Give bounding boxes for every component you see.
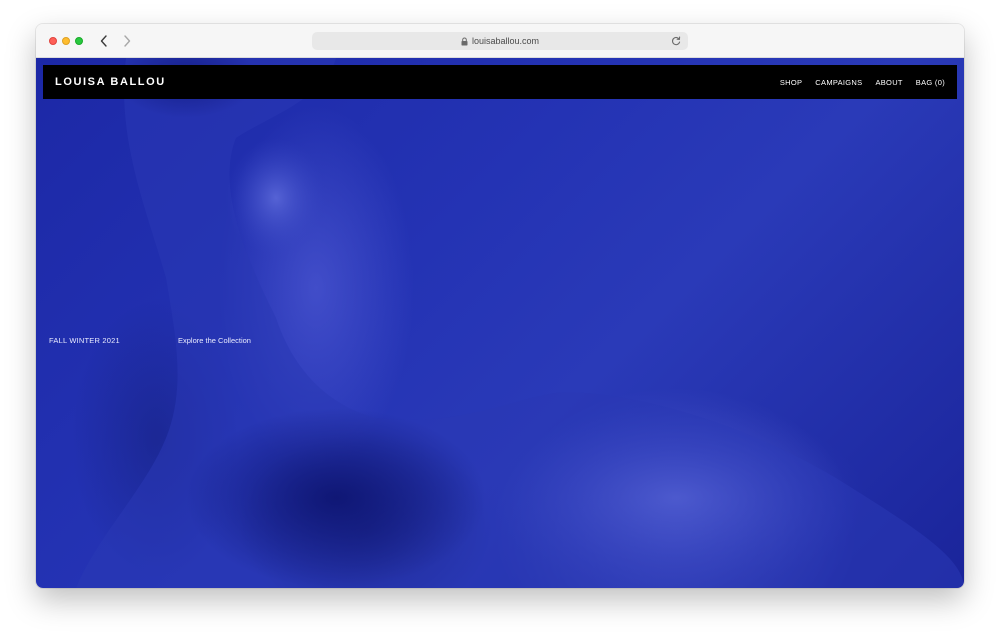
season-label: FALL WINTER 2021	[49, 336, 120, 345]
back-button[interactable]	[96, 32, 112, 50]
hero-section: LOUISA BALLOU SHOP CAMPAIGNS ABOUT BAG (…	[36, 58, 964, 588]
site-logo[interactable]: LOUISA BALLOU	[55, 76, 166, 88]
chevron-left-icon	[100, 35, 107, 47]
browser-window: louisaballou.com LOUISA BALLOU SHOP CAMP…	[36, 24, 964, 588]
nav-campaigns[interactable]: CAMPAIGNS	[815, 78, 862, 87]
minimize-window-icon[interactable]	[62, 37, 70, 45]
maximize-window-icon[interactable]	[75, 37, 83, 45]
chevron-right-icon	[124, 35, 131, 47]
nav-bag[interactable]: BAG (0)	[916, 78, 945, 87]
url-text: louisaballou.com	[471, 36, 540, 46]
reload-icon[interactable]	[670, 35, 682, 47]
browser-toolbar: louisaballou.com	[36, 24, 964, 58]
main-nav: SHOP CAMPAIGNS ABOUT BAG (0)	[780, 78, 945, 87]
explore-collection-link[interactable]: Explore the Collection	[178, 336, 251, 345]
lock-icon	[461, 37, 468, 46]
site-header: LOUISA BALLOU SHOP CAMPAIGNS ABOUT BAG (…	[43, 65, 957, 99]
nav-about[interactable]: ABOUT	[875, 78, 902, 87]
hero-photo	[76, 58, 964, 588]
nav-shop[interactable]: SHOP	[780, 78, 802, 87]
address-bar[interactable]: louisaballou.com	[312, 32, 688, 50]
forward-button[interactable]	[119, 32, 135, 50]
close-window-icon[interactable]	[49, 37, 57, 45]
